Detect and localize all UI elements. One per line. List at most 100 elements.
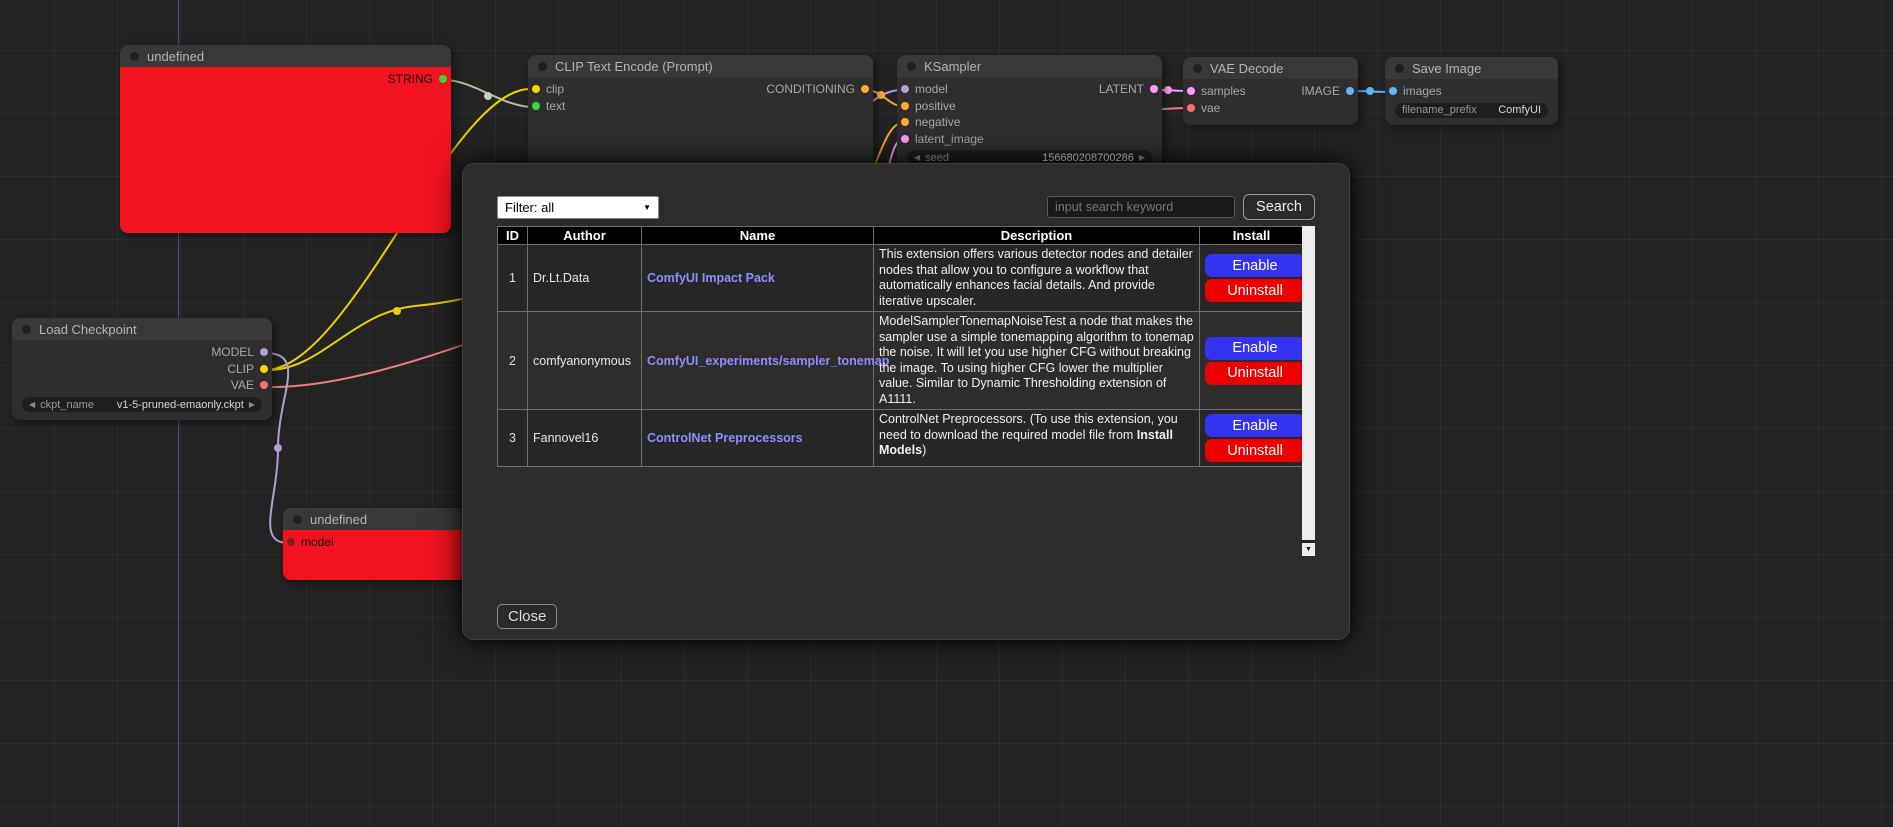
output-slot-image[interactable]: IMAGE [1301, 83, 1358, 100]
collapse-dot-icon[interactable] [1193, 64, 1202, 73]
extension-link[interactable]: ComfyUI_experiments/sampler_tonemap [647, 354, 889, 368]
ckpt-name-widget[interactable]: ckpt_name v1-5-pruned-emaonly.ckpt [22, 397, 262, 412]
table-header-row: ID Author Name Description Install [498, 227, 1304, 245]
samples-input-dot[interactable] [1187, 87, 1195, 95]
model-output-dot[interactable] [260, 348, 268, 356]
cell-id: 2 [498, 312, 528, 410]
collapse-dot-icon[interactable] [907, 62, 916, 71]
model-input-dot[interactable] [287, 538, 295, 546]
cell-id: 1 [498, 245, 528, 312]
uninstall-button[interactable]: Uninstall [1205, 439, 1305, 462]
node-load-checkpoint[interactable]: Load Checkpoint MODEL CLIP VAE ckpt_name… [12, 318, 272, 420]
node-title: Save Image [1412, 61, 1481, 76]
scrollbar-thumb[interactable] [1302, 226, 1315, 540]
input-slot-images[interactable]: images [1385, 83, 1558, 100]
extensions-table: ID Author Name Description Install 1 Dr.… [497, 226, 1304, 467]
clip-input-dot[interactable] [532, 85, 540, 93]
string-output-dot[interactable] [439, 75, 447, 83]
dropdown-caret-icon [643, 203, 651, 212]
output-slot-conditioning[interactable]: CONDITIONING [766, 81, 873, 98]
node-title-bar[interactable]: Load Checkpoint [12, 318, 272, 340]
table-row: 1 Dr.Lt.Data ComfyUI Impact Pack This ex… [498, 245, 1304, 312]
node-title-bar[interactable]: VAE Decode [1183, 57, 1358, 79]
slot-label: STRING [388, 72, 433, 86]
filename-prefix-widget[interactable]: filename_prefix ComfyUI [1395, 103, 1548, 118]
header-author: Author [528, 227, 642, 245]
widget-value: ComfyUI [1498, 104, 1541, 116]
enable-button[interactable]: Enable [1205, 254, 1305, 277]
enable-button[interactable]: Enable [1205, 414, 1305, 437]
uninstall-button[interactable]: Uninstall [1205, 279, 1305, 302]
slot-label: clip [546, 82, 564, 96]
clip-output-dot[interactable] [260, 365, 268, 373]
input-slot-latent-image[interactable]: latent_image [897, 131, 1162, 148]
slot-label: negative [915, 115, 960, 129]
input-slot-vae[interactable]: vae [1183, 100, 1358, 117]
latent-image-input-dot[interactable] [901, 135, 909, 143]
input-slot-positive[interactable]: positive [897, 98, 1162, 115]
text-input-dot[interactable] [532, 102, 540, 110]
input-slot-negative[interactable]: negative [897, 114, 1162, 131]
cell-install: Enable Uninstall [1200, 312, 1304, 410]
slot-label: model [915, 82, 948, 96]
description-text: ) [922, 443, 926, 457]
close-button[interactable]: Close [497, 604, 557, 629]
input-slot-text[interactable]: text [528, 98, 873, 115]
node-title: VAE Decode [1210, 61, 1283, 76]
image-output-dot[interactable] [1346, 87, 1354, 95]
node-title-bar[interactable]: CLIP Text Encode (Prompt) [528, 55, 873, 77]
vae-output-dot[interactable] [260, 381, 268, 389]
search-button[interactable]: Search [1243, 194, 1315, 220]
conditioning-output-dot[interactable] [861, 85, 869, 93]
output-slot-latent[interactable]: LATENT [1099, 81, 1162, 98]
collapse-dot-icon[interactable] [1395, 64, 1404, 73]
node-title-bar[interactable]: KSampler [897, 55, 1162, 77]
vae-input-dot[interactable] [1187, 104, 1195, 112]
search-input[interactable] [1047, 196, 1235, 218]
node-title-bar[interactable]: undefined [120, 45, 451, 67]
output-slot-model[interactable]: MODEL [211, 344, 272, 361]
images-input-dot[interactable] [1389, 87, 1397, 95]
cell-id: 3 [498, 410, 528, 467]
decrement-arrow-icon[interactable] [914, 154, 920, 162]
table-row: 3 Fannovel16 ControlNet Preprocessors Co… [498, 410, 1304, 467]
next-option-arrow-icon[interactable] [249, 401, 255, 409]
output-slot-string[interactable]: STRING [388, 71, 451, 88]
slot-label: CLIP [227, 362, 254, 376]
slot-label: IMAGE [1301, 84, 1340, 98]
node-title: CLIP Text Encode (Prompt) [555, 59, 713, 74]
positive-input-dot[interactable] [901, 102, 909, 110]
node-title-bar[interactable]: Save Image [1385, 57, 1558, 79]
enable-button[interactable]: Enable [1205, 337, 1305, 360]
output-slot-clip[interactable]: CLIP [227, 361, 272, 378]
extension-link[interactable]: ComfyUI Impact Pack [647, 271, 775, 285]
extension-link[interactable]: ControlNet Preprocessors [647, 431, 803, 445]
node-vae-decode[interactable]: VAE Decode samples vae IMAGE [1183, 57, 1358, 125]
node-graph-canvas[interactable]: undefined STRING CLIP Text Encode (Promp… [0, 0, 1893, 827]
cell-description: This extension offers various detector n… [874, 245, 1200, 312]
header-id: ID [498, 227, 528, 245]
slot-label: model [301, 535, 334, 549]
negative-input-dot[interactable] [901, 118, 909, 126]
cell-install: Enable Uninstall [1200, 410, 1304, 467]
collapse-dot-icon[interactable] [22, 325, 31, 334]
output-slot-vae[interactable]: VAE [231, 377, 272, 394]
slot-label: samples [1201, 84, 1246, 98]
prev-option-arrow-icon[interactable] [29, 401, 35, 409]
cell-author: comfyanonymous [528, 312, 642, 410]
node-save-image[interactable]: Save Image images filename_prefix ComfyU… [1385, 57, 1558, 125]
scroll-down-button[interactable] [1302, 543, 1315, 556]
collapse-dot-icon[interactable] [538, 62, 547, 71]
slot-label: vae [1201, 101, 1220, 115]
collapse-dot-icon[interactable] [130, 52, 139, 61]
uninstall-button[interactable]: Uninstall [1205, 362, 1305, 385]
collapse-dot-icon[interactable] [293, 515, 302, 524]
table-row: 2 comfyanonymous ComfyUI_experiments/sam… [498, 312, 1304, 410]
increment-arrow-icon[interactable] [1139, 154, 1145, 162]
latent-output-dot[interactable] [1150, 85, 1158, 93]
model-input-dot[interactable] [901, 85, 909, 93]
node-undefined-top[interactable]: undefined STRING [120, 45, 451, 233]
scrollbar[interactable] [1302, 226, 1315, 556]
filter-select[interactable]: Filter: all [497, 196, 659, 219]
slot-label: VAE [231, 378, 254, 392]
